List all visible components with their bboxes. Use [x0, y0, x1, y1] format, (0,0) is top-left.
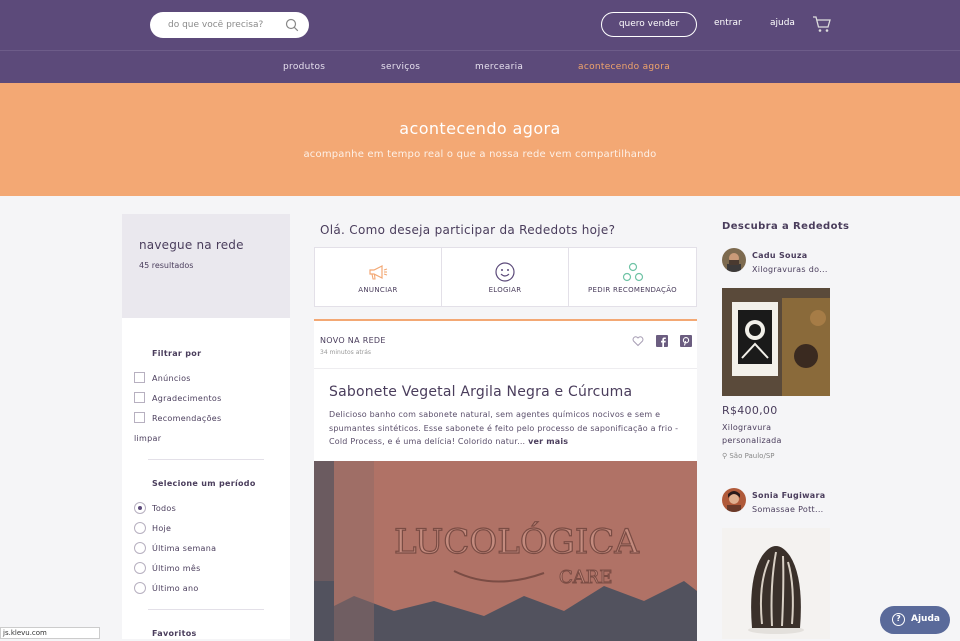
heart-icon[interactable]	[632, 335, 644, 347]
nav-item-mercearia[interactable]: mercearia	[475, 62, 523, 72]
favorites-title: Favoritos	[152, 629, 197, 638]
top-header: quero vender entrar ajuda	[0, 0, 960, 50]
participation-actions: ANUNCIAR ELOGIAR PEDIR RECOMENDAÇÃO	[314, 247, 697, 307]
nav-item-acontecendo-agora[interactable]: acontecendo agora	[578, 62, 670, 72]
period-radio-hoje[interactable]	[134, 522, 146, 534]
period-title: Selecione um período	[152, 479, 256, 488]
ask-recommendation-button[interactable]: PEDIR RECOMENDAÇÃO	[569, 248, 696, 306]
product-name[interactable]: Xilogravura personalizada	[722, 421, 822, 447]
period-label-ultima-semana[interactable]: Última semana	[152, 544, 216, 553]
smiley-icon	[495, 262, 515, 282]
period-radio-ultimo-ano[interactable]	[134, 582, 146, 594]
post-description: Delicioso banho com sabonete natural, se…	[329, 408, 687, 449]
filter-checkbox-anuncios[interactable]	[134, 372, 145, 383]
filter-checkbox-recomendacoes[interactable]	[134, 412, 145, 423]
nav-item-produtos[interactable]: produtos	[283, 62, 325, 72]
search-input[interactable]	[168, 17, 283, 33]
praise-label: ELOGIAR	[488, 286, 522, 294]
sidebar-title: navegue na rede	[139, 238, 244, 252]
help-link[interactable]: ajuda	[770, 18, 795, 28]
avatar[interactable]	[722, 248, 746, 272]
hero-banner: acontecendo agora acompanhe em tempo rea…	[0, 83, 960, 196]
participation-question: Olá. Como deseja participar da Rededots …	[320, 223, 616, 237]
results-count: 45 resultados	[139, 261, 194, 270]
product-price: R$400,00	[722, 404, 778, 417]
post-title[interactable]: Sabonete Vegetal Argila Negra e Cúrcuma	[329, 384, 632, 400]
question-icon: ?	[892, 613, 905, 626]
hero-subtitle: acompanhe em tempo real o que a nossa re…	[303, 149, 657, 160]
see-more-link[interactable]: ver mais	[528, 437, 568, 446]
post-photo[interactable]: LUCOLÓGICA CARE	[314, 461, 697, 641]
filter-checkbox-agradecimentos[interactable]	[134, 392, 145, 403]
post-tag: NOVO NA REDE	[320, 336, 386, 345]
help-chat-button[interactable]: ? Ajuda	[880, 606, 950, 634]
search-box[interactable]	[150, 12, 309, 38]
avatar[interactable]	[722, 488, 746, 512]
period-label-hoje[interactable]: Hoje	[152, 524, 171, 533]
post-card[interactable]: NOVO NA REDE 34 minutos atrás Sabonete V…	[314, 319, 697, 641]
clear-filters-link[interactable]: limpar	[134, 434, 161, 443]
help-chat-label: Ajuda	[911, 614, 940, 624]
hero-title: acontecendo agora	[399, 119, 561, 138]
location-text: São Paulo/SP	[729, 452, 775, 460]
facebook-icon[interactable]	[656, 335, 668, 347]
divider	[314, 368, 697, 369]
post-description-text: Delicioso banho com sabonete natural, se…	[329, 410, 679, 446]
sidebar-header: navegue na rede 45 resultados	[122, 214, 290, 318]
megaphone-icon	[369, 265, 388, 280]
product-image[interactable]	[722, 288, 830, 396]
filter-label-recomendacoes[interactable]: Recomendações	[152, 414, 221, 423]
post-time: 34 minutos atrás	[320, 349, 372, 356]
filter-title: Filtrar por	[152, 349, 202, 358]
period-radio-todos[interactable]	[134, 502, 146, 514]
discover-title: Descubra a Rededots	[722, 221, 850, 232]
seller-subtitle[interactable]: Xilogravuras do...	[752, 265, 828, 274]
product-location: ⚲ São Paulo/SP	[722, 452, 774, 460]
filter-sidebar: navegue na rede 45 resultados Filtrar po…	[122, 214, 290, 639]
sell-button[interactable]: quero vender	[601, 12, 697, 37]
cart-icon[interactable]	[812, 14, 832, 34]
browser-status-bar: js.klevu.com	[0, 627, 100, 639]
soap-photo-image: LUCOLÓGICA CARE	[314, 461, 697, 641]
period-radio-ultima-semana[interactable]	[134, 542, 146, 554]
seller-name[interactable]: Sonia Fugiwara	[752, 491, 825, 500]
search-icon[interactable]	[285, 18, 299, 32]
seller-subtitle[interactable]: Somassae Pott...	[752, 505, 824, 514]
nav-item-servicos[interactable]: serviços	[381, 62, 420, 72]
filter-label-agradecimentos[interactable]: Agradecimentos	[152, 394, 222, 403]
period-label-todos[interactable]: Todos	[152, 504, 176, 513]
soap-stamp-sub: CARE	[559, 567, 612, 588]
divider	[148, 609, 264, 610]
period-label-ultimo-mes[interactable]: Último mês	[152, 564, 201, 573]
soap-stamp-text: LUCOLÓGICA	[394, 521, 639, 562]
login-link[interactable]: entrar	[714, 18, 742, 28]
seller-name[interactable]: Cadu Souza	[752, 251, 807, 260]
ask-recommendation-label: PEDIR RECOMENDAÇÃO	[588, 286, 677, 294]
network-icon	[622, 262, 643, 282]
pinterest-icon[interactable]	[680, 335, 692, 347]
period-label-ultimo-ano[interactable]: Último ano	[152, 584, 199, 593]
divider	[148, 459, 264, 460]
main-nav: produtos serviços mercearia acontecendo …	[0, 50, 960, 83]
product-image[interactable]	[722, 528, 830, 639]
period-radio-ultimo-mes[interactable]	[134, 562, 146, 574]
announce-label: ANUNCIAR	[358, 286, 398, 294]
announce-button[interactable]: ANUNCIAR	[315, 248, 442, 306]
praise-button[interactable]: ELOGIAR	[442, 248, 569, 306]
filter-label-anuncios[interactable]: Anúncios	[152, 374, 191, 383]
